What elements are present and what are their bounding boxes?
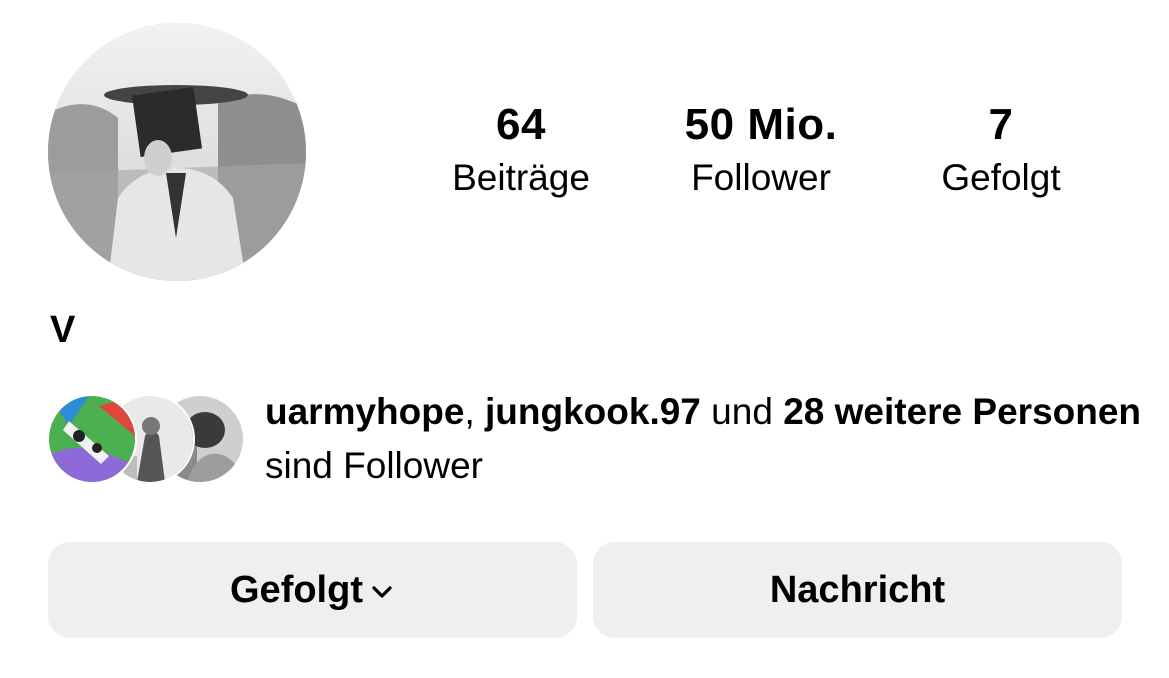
posts-label: Beiträge <box>452 157 590 198</box>
mutual-user-1[interactable]: uarmyhope <box>265 391 464 432</box>
following-button[interactable]: Gefolgt <box>48 542 577 638</box>
profile-header: 64 Beiträge 50 Mio. Follower 7 Gefolgt V <box>0 0 1169 678</box>
following-count: 7 <box>988 100 1014 149</box>
mutual-avatar-1 <box>47 394 137 484</box>
stat-posts[interactable]: 64 Beiträge <box>421 98 621 204</box>
mutual-user-2[interactable]: jungkook.97 <box>485 391 701 432</box>
profile-avatar[interactable] <box>48 23 306 281</box>
mutual-suffix: sind Follower <box>265 445 483 486</box>
following-label: Gefolgt <box>941 157 1061 198</box>
stat-followers[interactable]: 50 Mio. Follower <box>661 98 861 204</box>
mutual-others[interactable]: 28 weitere Personen <box>783 391 1141 432</box>
mutual-followers-avatars[interactable] <box>47 394 245 484</box>
posts-count: 64 <box>496 100 546 149</box>
message-button[interactable]: Nachricht <box>593 542 1122 638</box>
chevron-down-icon <box>369 579 395 605</box>
mutual-and: und <box>700 391 784 432</box>
following-button-label: Gefolgt <box>230 568 363 611</box>
stat-following[interactable]: 7 Gefolgt <box>901 98 1101 204</box>
mutual-separator: , <box>464 391 485 432</box>
mutual-followers-text[interactable]: uarmyhope, jungkook.97 und 28 weitere Pe… <box>265 385 1145 493</box>
message-button-label: Nachricht <box>769 568 946 611</box>
followers-label: Follower <box>691 157 831 198</box>
followers-count: 50 Mio. <box>684 100 838 149</box>
profile-name: V <box>50 309 76 351</box>
avatar-photo <box>48 23 306 281</box>
